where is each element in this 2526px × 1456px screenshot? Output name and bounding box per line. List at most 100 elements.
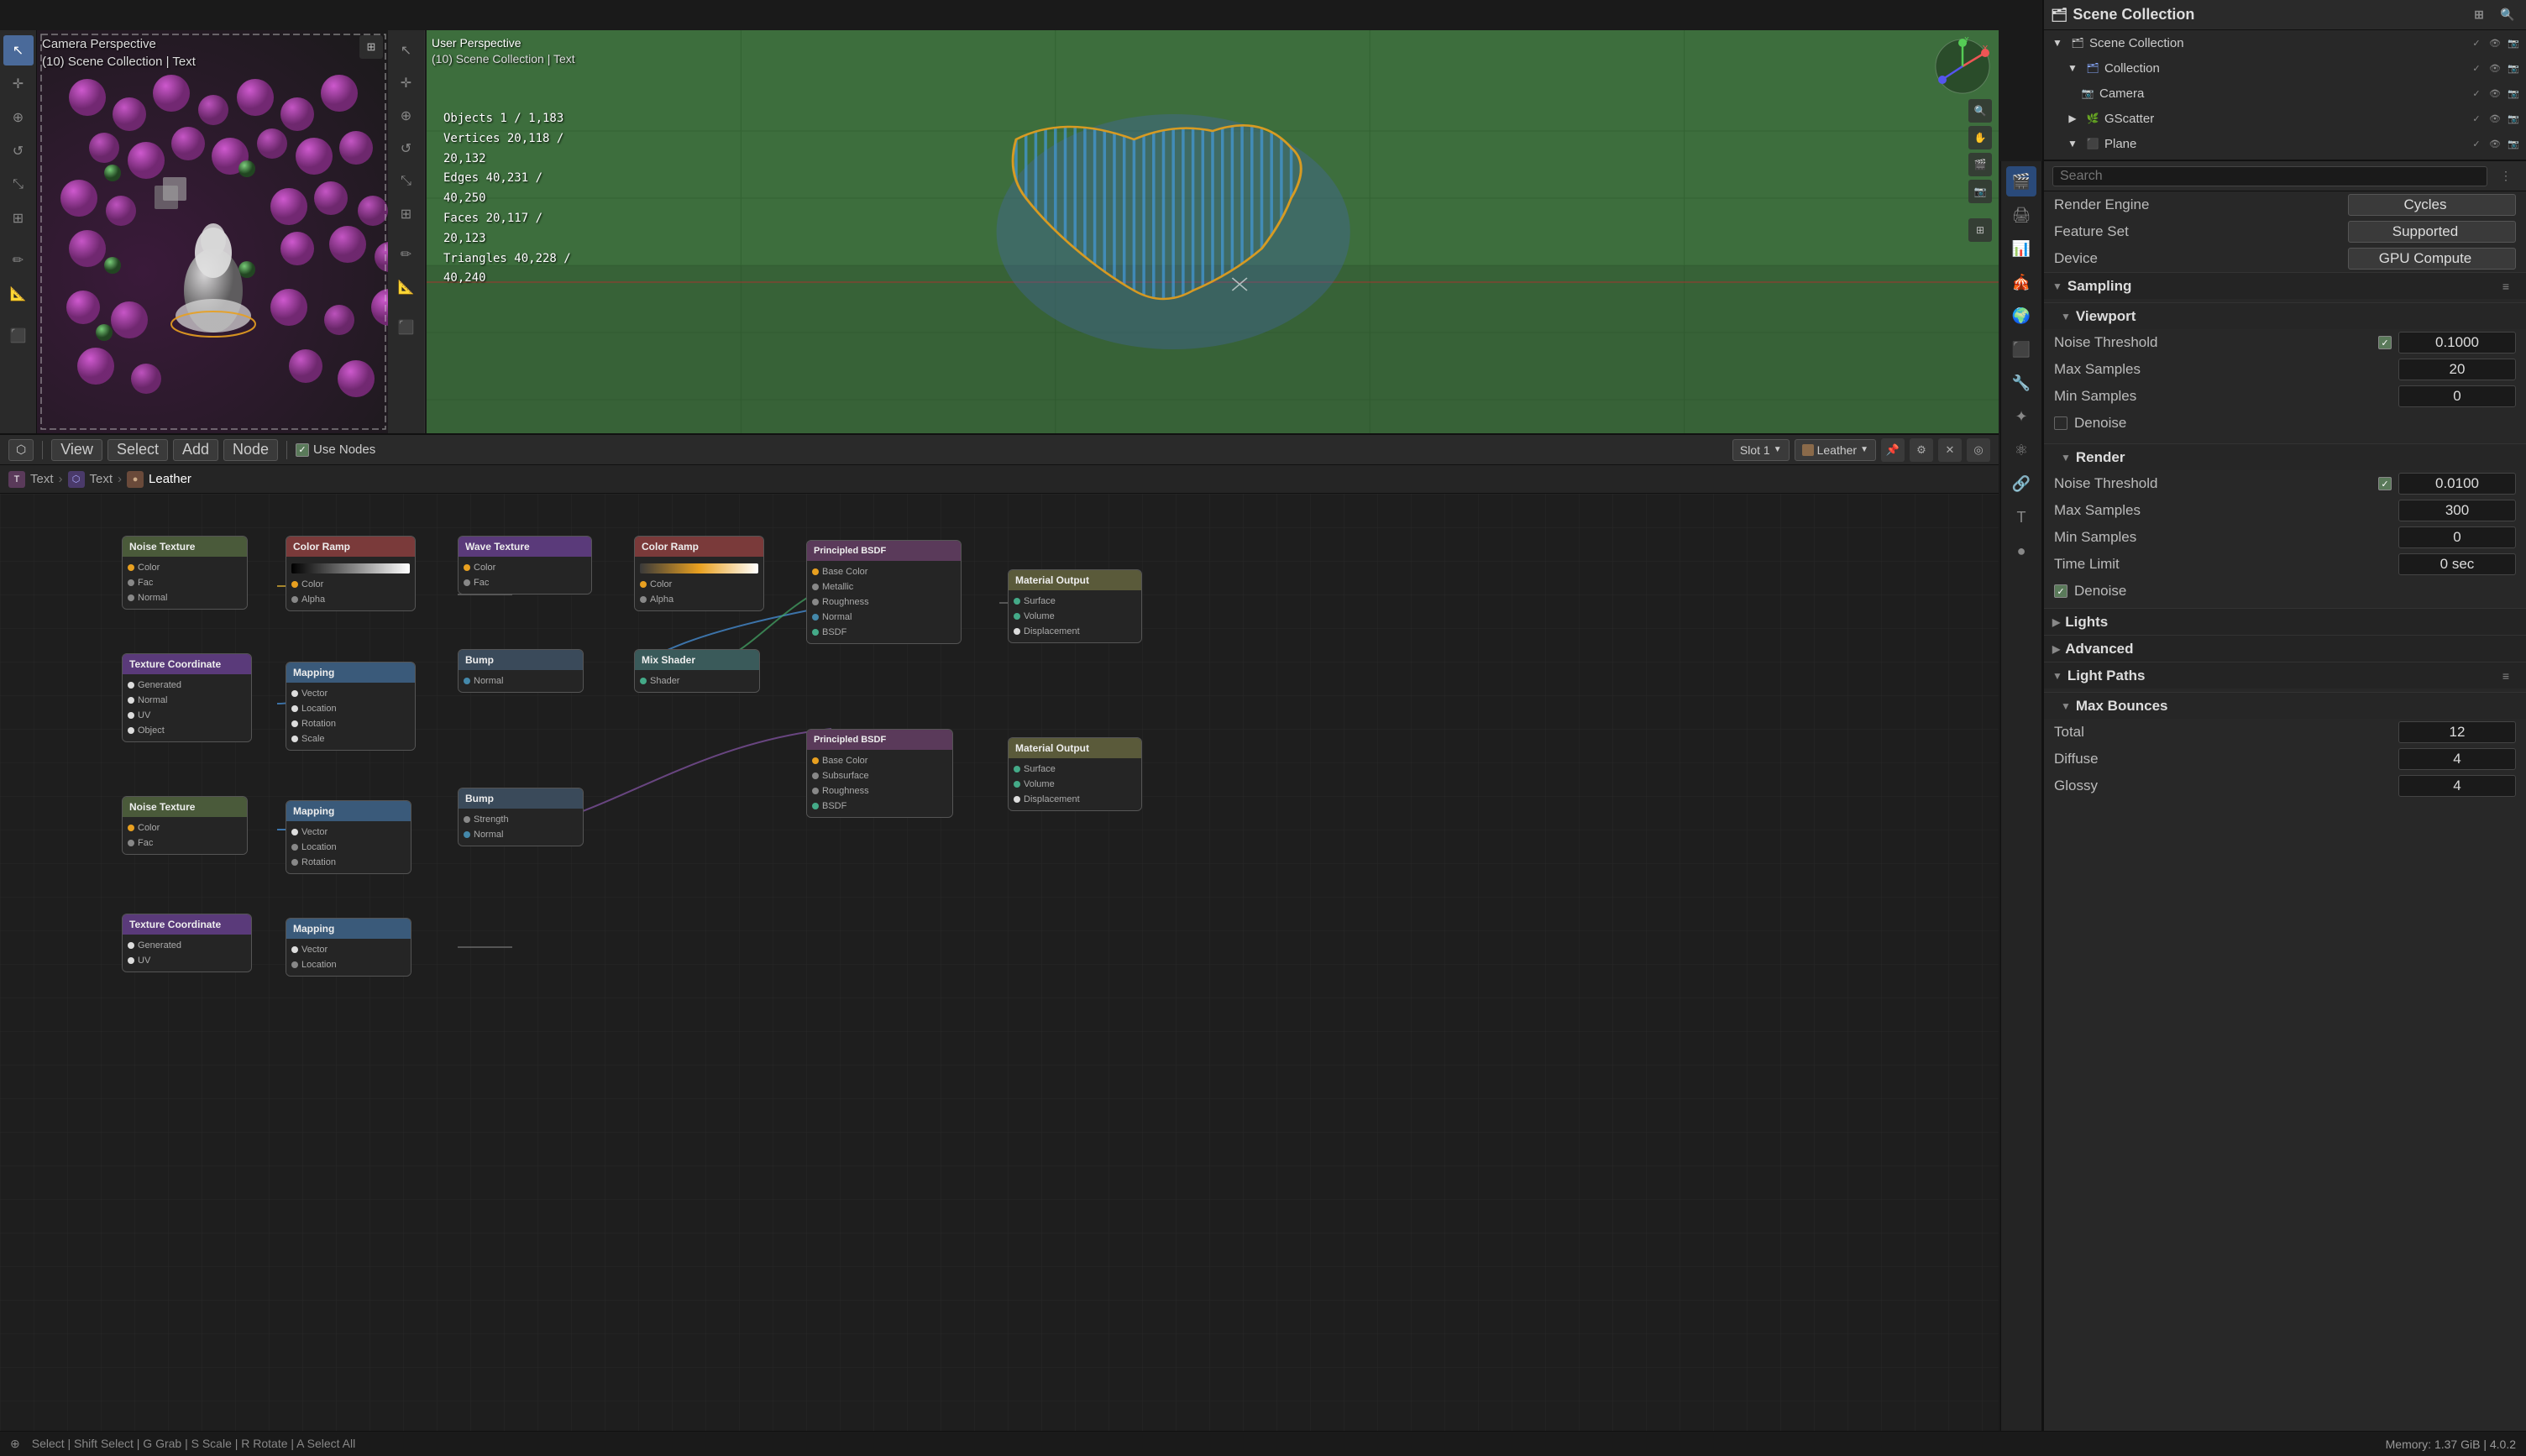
render-icon[interactable]: 📷 xyxy=(2506,60,2521,76)
render-max-samples-value[interactable]: 300 xyxy=(2398,500,2516,521)
viewport-right[interactable]: User Perspective (10) Scene Collection |… xyxy=(427,30,1999,433)
vp-grid-icon[interactable]: ⊞ xyxy=(1968,218,1992,242)
node-color-ramp[interactable]: Color Ramp Color Alpha xyxy=(286,536,416,611)
object-properties-icon[interactable]: ⬛ xyxy=(2006,334,2036,364)
checkbox-icon[interactable]: ✓ xyxy=(2469,35,2484,50)
ne-close-icon[interactable]: ✕ xyxy=(1938,438,1962,462)
measure-tool-icon[interactable]: 📐 xyxy=(3,279,34,309)
vp-min-samples-value[interactable]: 0 xyxy=(2398,385,2516,407)
scene-properties-icon[interactable]: 🎪 xyxy=(2006,267,2036,297)
outliner-item-plane[interactable]: ▼ ⬛ Plane ✓ 👁 📷 xyxy=(2044,131,2526,156)
vp-denoise-checkbox[interactable] xyxy=(2054,416,2067,430)
render-noise-threshold-value[interactable]: 0.0100 xyxy=(2398,473,2516,495)
vp-zoom-icon[interactable]: 🔍 xyxy=(1968,99,1992,123)
constraints-icon[interactable]: 🔗 xyxy=(2006,469,2036,499)
node-mapping[interactable]: Mapping Vector Location Rotation Scale xyxy=(286,662,416,751)
node-mapping2[interactable]: Mapping Vector Location Rotation xyxy=(286,800,411,874)
material-dropdown[interactable]: Leather ▼ xyxy=(1795,439,1876,461)
checkbox-icon[interactable]: ✓ xyxy=(2469,60,2484,76)
light-paths-section[interactable]: ▼ Light Paths ≡ xyxy=(2044,662,2526,689)
render-subsection[interactable]: ▼ Render xyxy=(2044,443,2526,470)
properties-options-icon[interactable]: ⋮ xyxy=(2494,165,2518,188)
max-bounces-subsection[interactable]: ▼ Max Bounces xyxy=(2044,692,2526,719)
vp-annotate-icon[interactable]: ✏ xyxy=(391,239,422,270)
render-icon[interactable]: 📷 xyxy=(2506,136,2521,151)
node-tex-coord[interactable]: Texture Coordinate Generated Normal UV O… xyxy=(122,653,252,742)
node-color-ramp2[interactable]: Color Ramp Color Alpha xyxy=(634,536,764,611)
node-tex-coord2[interactable]: Texture Coordinate Generated UV xyxy=(122,914,252,972)
sampling-section[interactable]: ▼ Sampling ≡ xyxy=(2044,272,2526,299)
node-bump2[interactable]: Bump Strength Normal xyxy=(458,788,584,846)
diffuse-bounces-value[interactable]: 4 xyxy=(2398,748,2516,770)
add-cube-icon[interactable]: ⬛ xyxy=(3,321,34,351)
time-limit-value[interactable]: 0 sec xyxy=(2398,553,2516,575)
select-tool-icon[interactable]: ↖ xyxy=(3,35,34,65)
vp-noise-threshold-checkbox[interactable]: ✓ xyxy=(2378,336,2392,349)
material-properties-icon[interactable]: ● xyxy=(2006,536,2036,566)
render-denoise-checkbox[interactable]: ✓ xyxy=(2054,584,2067,598)
device-dropdown[interactable]: GPU Compute xyxy=(2348,248,2516,270)
cursor-tool-icon[interactable]: ✛ xyxy=(3,69,34,99)
scale-tool-icon[interactable]: ⤡ xyxy=(3,170,34,200)
node-bump[interactable]: Bump Normal xyxy=(458,649,584,693)
outliner-item-collection[interactable]: ▼ 🗂 Collection ✓ 👁 📷 xyxy=(2044,55,2526,81)
vp-add-icon[interactable]: ⬛ xyxy=(391,312,422,343)
add-menu-button[interactable]: Add xyxy=(173,439,218,461)
editor-type-dropdown[interactable]: ⬡ xyxy=(8,439,34,461)
transform-tool-icon[interactable]: ⊞ xyxy=(3,203,34,233)
view-layer-icon[interactable]: 📊 xyxy=(2006,233,2036,264)
vp-camera-icon[interactable]: 📷 xyxy=(1968,180,1992,203)
node-material-output2[interactable]: Material Output Surface Volume Displacem… xyxy=(1008,737,1142,811)
feature-set-dropdown[interactable]: Supported xyxy=(2348,221,2516,243)
sampling-options-icon[interactable]: ≡ xyxy=(2494,275,2518,298)
lights-section[interactable]: ▶ Lights xyxy=(2044,608,2526,635)
viewport-subsection[interactable]: ▼ Viewport xyxy=(2044,302,2526,329)
select-menu-button[interactable]: Select xyxy=(107,439,168,461)
node-noise-texture[interactable]: Noise Texture Color Fac Normal xyxy=(122,536,248,610)
light-paths-options-icon[interactable]: ≡ xyxy=(2494,664,2518,688)
vp-scale-icon[interactable]: ⤡ xyxy=(391,166,422,196)
outliner-item-gscatter[interactable]: ▶ 🌿 GScatter ✓ 👁 📷 xyxy=(2044,106,2526,131)
ne-settings-icon[interactable]: ⚙ xyxy=(1910,438,1933,462)
checkbox-icon[interactable]: ✓ xyxy=(2469,86,2484,101)
vp-pan-icon[interactable]: ✋ xyxy=(1968,126,1992,149)
node-menu-button[interactable]: Node xyxy=(223,439,278,461)
ne-overlay-icon[interactable]: ◎ xyxy=(1967,438,1990,462)
render-icon[interactable]: 📷 xyxy=(2506,86,2521,101)
gizmo-container[interactable]: X Y xyxy=(1933,37,1992,96)
particle-properties-icon[interactable]: ✦ xyxy=(2006,401,2036,432)
checkbox-icon[interactable]: ✓ xyxy=(2469,111,2484,126)
glossy-bounces-value[interactable]: 4 xyxy=(2398,775,2516,797)
data-properties-icon[interactable]: T xyxy=(2006,502,2036,532)
use-nodes-toggle[interactable]: ✓ Use Nodes xyxy=(296,443,375,457)
annotate-tool-icon[interactable]: ✏ xyxy=(3,245,34,275)
outliner-search-icon[interactable]: 🔍 xyxy=(2496,3,2519,27)
move-tool-icon[interactable]: ⊕ xyxy=(3,102,34,133)
node-mix-shader[interactable]: Mix Shader Shader xyxy=(634,649,760,693)
checkbox-icon[interactable]: ✓ xyxy=(2469,136,2484,151)
output-properties-icon[interactable]: 🖨 xyxy=(2006,200,2036,230)
vp-orbit-icon[interactable]: 🎬 xyxy=(1968,153,1992,176)
outliner-item-scene-collection[interactable]: ▼ 🗂 Scene Collection ✓ 👁 📷 xyxy=(2044,30,2526,55)
node-noise-texture2[interactable]: Noise Texture Color Fac xyxy=(122,796,248,855)
node-material-output[interactable]: Material Output Surface Volume Displacem… xyxy=(1008,569,1142,643)
outliner-filter-icon[interactable]: ⊞ xyxy=(2467,3,2491,27)
render-properties-icon[interactable]: 🎬 xyxy=(2006,166,2036,196)
render-min-samples-value[interactable]: 0 xyxy=(2398,526,2516,548)
visibility-icon[interactable]: 👁 xyxy=(2487,86,2502,101)
visibility-icon[interactable]: 👁 xyxy=(2487,35,2502,50)
node-mapping3[interactable]: Mapping Vector Location xyxy=(286,918,411,977)
render-icon[interactable]: 📷 xyxy=(2506,35,2521,50)
node-canvas[interactable]: Noise Texture Color Fac Normal Texture C… xyxy=(0,494,1999,1431)
advanced-section[interactable]: ▶ Advanced xyxy=(2044,635,2526,662)
vp-max-samples-value[interactable]: 20 xyxy=(2398,359,2516,380)
render-engine-dropdown[interactable]: Cycles xyxy=(2348,194,2516,216)
ne-pin-icon[interactable]: 📌 xyxy=(1881,438,1905,462)
slot-dropdown[interactable]: Slot 1 ▼ xyxy=(1732,439,1790,461)
render-noise-threshold-checkbox[interactable]: ✓ xyxy=(2378,477,2392,490)
vp-rotate-icon[interactable]: ↺ xyxy=(391,134,422,164)
view-menu-button[interactable]: View xyxy=(51,439,102,461)
total-bounces-value[interactable]: 12 xyxy=(2398,721,2516,743)
vp-measure-icon[interactable]: 📐 xyxy=(391,272,422,302)
physics-properties-icon[interactable]: ⚛ xyxy=(2006,435,2036,465)
